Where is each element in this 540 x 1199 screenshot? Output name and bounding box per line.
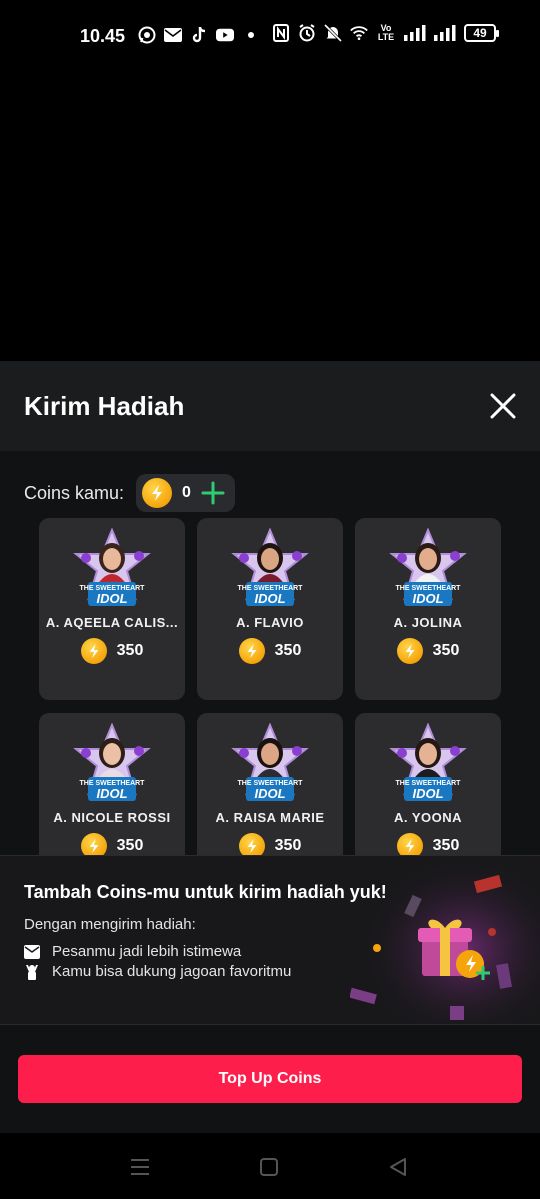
gift-price: 350 [39, 638, 185, 664]
home-icon [260, 1158, 278, 1176]
alarm-icon [298, 24, 316, 42]
plus-icon [201, 481, 225, 505]
signal-icon [404, 24, 426, 42]
gift-image: THE SWEETHEART IDOL [230, 527, 310, 608]
promo-item-text: Kamu bisa dukung jagoan favoritmu [52, 963, 292, 980]
gift-image: THE SWEETHEART IDOL [72, 527, 152, 608]
youtube-icon [216, 26, 234, 44]
promo-banner: Tambah Coins-mu untuk kirim hadiah yuk! … [0, 855, 540, 1025]
promo-subtitle: Dengan mengirim hadiah: [24, 916, 196, 933]
promo-item: Kamu bisa dukung jagoan favoritmu [24, 963, 291, 980]
status-bar: 10.45 Vo LTE 49 [0, 0, 540, 72]
mail-icon [164, 26, 182, 44]
system-nav-bar [0, 1133, 540, 1199]
gift-card[interactable]: THE SWEETHEART IDOL A. FLAVIO 350 [197, 518, 343, 700]
coins-value: 0 [182, 484, 191, 501]
sheet-title: Kirim Hadiah [24, 391, 185, 421]
coin-icon [80, 638, 107, 664]
home-button[interactable] [257, 1155, 281, 1179]
gift-image: THE SWEETHEART IDOL [72, 722, 152, 803]
tiktok-icon [190, 26, 208, 44]
gift-price-value: 350 [432, 642, 460, 659]
recent-apps-button[interactable] [128, 1155, 152, 1179]
gift-art-text-bottom: IDOL [254, 786, 285, 801]
gift-price-value: 350 [432, 837, 460, 854]
gift-name: A. NICOLE ROSSI [53, 810, 171, 825]
gift-price-value: 350 [274, 837, 302, 854]
back-icon [390, 1158, 406, 1176]
battery-icon: 49 [464, 24, 499, 42]
close-button[interactable] [488, 391, 518, 421]
gift-name: A. AQEELA CALIS... [45, 615, 179, 630]
status-time: 10.45 [80, 26, 126, 46]
mute-icon [324, 24, 342, 42]
dot-icon [242, 26, 260, 44]
gift-image: THE SWEETHEART IDOL [230, 722, 310, 803]
coins-balance: 0 [136, 474, 235, 512]
close-icon [490, 393, 516, 419]
gift-name: A. YOONA [393, 810, 463, 825]
gift-card[interactable]: THE SWEETHEART IDOL A. AQEELA CALIS... 3… [39, 518, 185, 700]
coin-icon [142, 478, 173, 508]
cheer-icon [26, 964, 38, 980]
promo-title: Tambah Coins-mu untuk kirim hadiah yuk! [24, 882, 387, 902]
gift-price-value: 350 [116, 642, 144, 659]
gift-art-text-bottom: IDOL [96, 786, 127, 801]
gift-card[interactable]: THE SWEETHEART IDOL A. JOLINA 350 [355, 518, 501, 700]
battery-level: 49 [473, 26, 487, 40]
notification-icons [138, 26, 260, 44]
menu-icon [131, 1159, 149, 1175]
nfc-icon [272, 24, 290, 42]
gift-art-text-bottom: IDOL [412, 786, 443, 801]
add-coins-button[interactable] [201, 481, 225, 505]
gift-price: 350 [355, 638, 501, 664]
coin-icon [238, 638, 265, 664]
volte-icon: Vo LTE [377, 23, 395, 42]
back-button[interactable] [386, 1155, 410, 1179]
wifi-icon [350, 24, 368, 42]
top-up-coins-button[interactable]: Top Up Coins [18, 1055, 522, 1103]
system-icons: Vo LTE 49 [272, 23, 499, 42]
promo-item-text: Pesanmu jadi lebih istimewa [52, 943, 242, 960]
sheet-header: Kirim Hadiah [0, 361, 540, 451]
gift-name: A. FLAVIO [236, 615, 304, 630]
gift-art-text-bottom: IDOL [412, 591, 443, 606]
gift-box-illustration [349, 856, 540, 1024]
gift-price: 350 [197, 638, 343, 664]
gift-name: A. JOLINA [393, 615, 463, 630]
gift-price-value: 350 [274, 642, 302, 659]
coin-icon [396, 638, 423, 664]
promo-item: Pesanmu jadi lebih istimewa [24, 943, 241, 960]
gift-sheet: Kirim Hadiah Coins kamu: 0 THE SWEETHEAR… [0, 361, 540, 1199]
signal-icon [434, 24, 456, 42]
coins-row: Coins kamu: 0 [24, 474, 235, 512]
gift-art-text-bottom: IDOL [96, 591, 127, 606]
gift-price-value: 350 [116, 837, 144, 854]
gift-art-text-bottom: IDOL [254, 591, 285, 606]
gift-grid: THE SWEETHEART IDOL A. AQEELA CALIS... 3… [39, 518, 501, 895]
coins-label: Coins kamu: [24, 482, 125, 503]
mail-icon [24, 944, 40, 959]
gift-image: THE SWEETHEART IDOL [388, 722, 468, 803]
whatsapp-icon [138, 26, 156, 44]
gift-name: A. RAISA MARIE [215, 810, 325, 825]
gift-image: THE SWEETHEART IDOL [388, 527, 468, 608]
